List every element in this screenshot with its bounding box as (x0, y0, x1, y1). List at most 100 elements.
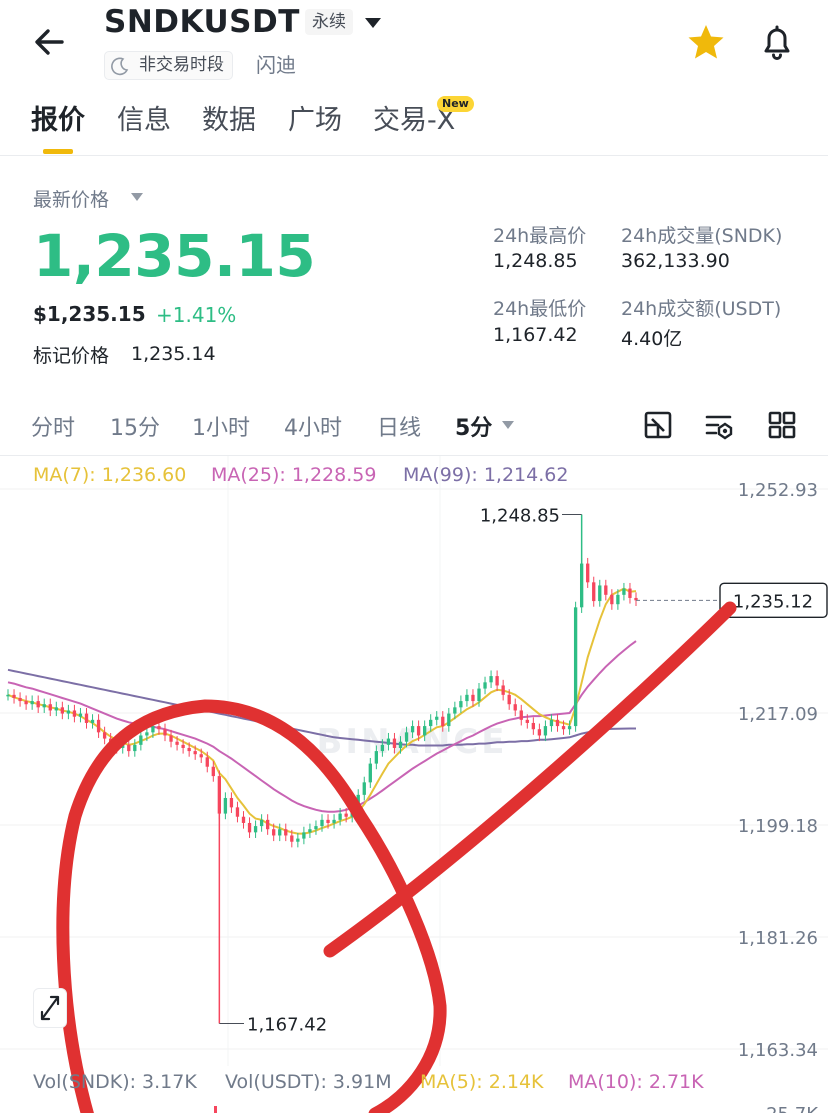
candle-body (586, 563, 590, 583)
star-icon[interactable] (686, 22, 726, 62)
candle-body (332, 819, 336, 823)
candle-body (235, 807, 240, 817)
chevron-down-icon[interactable] (362, 12, 384, 34)
high-label: 24h最高价 (493, 225, 587, 247)
candle-body (66, 710, 71, 714)
volume-quote-label: 24h成交额(USDT) (621, 298, 782, 320)
candle-body (404, 732, 409, 742)
new-badge: New (437, 96, 474, 112)
caret-down-icon[interactable] (130, 192, 144, 202)
candle-body (145, 732, 149, 736)
candle-body (326, 819, 330, 823)
candle-body (380, 744, 385, 752)
symbol-title[interactable]: SNDKUSDT (104, 4, 300, 40)
interval-timeline[interactable]: 分时 (31, 410, 75, 442)
interval-1h[interactable]: 1小时 (192, 410, 250, 442)
candle-body (320, 819, 324, 827)
candle-body (441, 716, 445, 727)
usd-price: $1,235.15 (33, 302, 146, 326)
back-arrow-icon[interactable] (30, 22, 70, 62)
candle-body (151, 726, 155, 733)
candle-body (537, 729, 542, 736)
candle-body (265, 819, 270, 830)
candle-body (169, 735, 173, 742)
tab-square[interactable]: 广场 (288, 98, 342, 137)
candle-body (78, 713, 83, 717)
red-trendline-annotation (323, 601, 737, 958)
chart-settings-icon[interactable] (643, 410, 673, 440)
candle-body (54, 707, 58, 711)
header-bar: SNDKUSDT 永续 非交易时段 闪迪 (0, 0, 828, 90)
candle-body (12, 694, 16, 698)
mark-price-label: 标记价格 (33, 345, 110, 367)
candle-body (501, 685, 505, 695)
chevron-down-icon[interactable] (500, 419, 516, 431)
candle-body (199, 754, 203, 758)
low-value: 1,167.42 (493, 324, 578, 346)
candle-body (422, 726, 427, 736)
volume-quote-value: 4.40亿 (621, 328, 683, 350)
tab-data[interactable]: 数据 (202, 98, 256, 137)
candle-body (308, 829, 312, 833)
candle-body (163, 729, 167, 736)
y-tick-label: 1,163.34 (738, 1040, 818, 1061)
candle-body (259, 819, 264, 827)
candle-body (573, 607, 578, 727)
candle-body (519, 710, 523, 720)
candle-body (410, 726, 415, 733)
latest-price-label[interactable]: 最新价格 (33, 185, 109, 212)
contract-type-badge: 永续 (305, 9, 353, 35)
candle-body (453, 707, 457, 714)
candle-body (459, 701, 463, 708)
grid-layout-icon[interactable] (767, 410, 797, 440)
interval-4h[interactable]: 4小时 (284, 410, 342, 442)
candle-body (193, 751, 197, 755)
candle-body (175, 741, 179, 745)
candle-body (181, 744, 185, 748)
candle-body (525, 719, 529, 723)
candle-body (139, 735, 143, 745)
tab-info[interactable]: 信息 (117, 98, 171, 137)
candle-body (90, 719, 95, 723)
volume-ma5-legend: MA(5): 2.14K (420, 1071, 544, 1093)
indicator-icon[interactable] (704, 410, 734, 440)
candle-body (30, 701, 34, 705)
candle-body (60, 707, 65, 714)
candle-body (18, 697, 22, 702)
low-label: 24h最低价 (493, 298, 587, 320)
candle-body (429, 719, 433, 727)
interval-15m[interactable]: 15分 (110, 410, 160, 442)
high-value: 1,248.85 (493, 250, 578, 272)
candle-body (398, 741, 403, 748)
candle-body (84, 713, 89, 723)
interval-5m[interactable]: 5分 (455, 410, 492, 442)
active-tab-indicator (43, 149, 73, 154)
candle-body (495, 676, 499, 686)
moon-icon (111, 57, 129, 76)
y-tick-label: 1,181.26 (738, 928, 818, 949)
interval-1d[interactable]: 日线 (377, 410, 421, 442)
candle-body (290, 835, 294, 842)
candle-body (598, 585, 602, 602)
candle-body (278, 829, 282, 836)
kline-chart[interactable]: BINANCE 1,252.93 1,217.09 1,199.18 1,181.26… (0, 455, 828, 1113)
y-tick-label: 1,199.18 (738, 816, 818, 837)
candle-body (96, 719, 101, 733)
candle-body (616, 594, 620, 605)
expand-icon (40, 995, 60, 1021)
candle-body (338, 813, 342, 820)
candle-body (465, 694, 469, 702)
candle-body (531, 722, 536, 730)
candle-body (386, 738, 391, 745)
tab-quote[interactable]: 报价 (31, 98, 85, 137)
expand-button[interactable] (33, 988, 67, 1028)
candle-body (296, 838, 300, 842)
candle-body (628, 588, 632, 598)
bell-icon[interactable] (757, 22, 797, 62)
chart-canvas[interactable]: BINANCE 1,252.931,217.091,199.181,181.26… (0, 456, 828, 1113)
mark-price-value: 1,235.14 (131, 343, 216, 365)
volume-base-value: 362,133.90 (621, 250, 730, 272)
candle-body (610, 594, 614, 605)
candle-body (72, 710, 77, 717)
price-change-percent: +1.41% (156, 303, 237, 327)
